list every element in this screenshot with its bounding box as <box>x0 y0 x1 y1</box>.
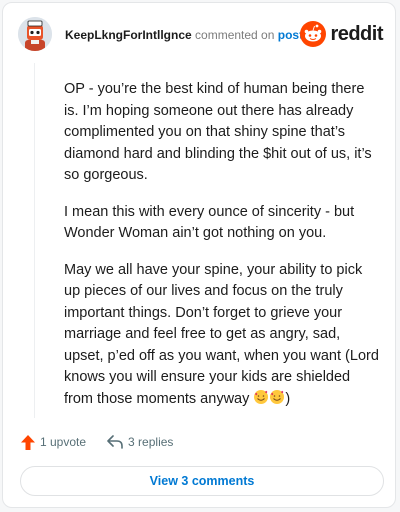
comment-paragraph-1: OP - you’re the best kind of human being… <box>64 81 372 183</box>
replies-count: 3 replies <box>128 435 174 449</box>
smiling-face-with-hearts-icon <box>269 389 285 413</box>
reddit-logo-icon <box>300 21 327 47</box>
view-comments-button[interactable]: View 3 comments <box>20 466 384 496</box>
comment-body: OP - you’re the best kind of human being… <box>64 79 380 427</box>
comment-paragraph-3-text: May we all have your spine, your ability… <box>64 261 379 407</box>
reddit-logo[interactable]: reddit <box>300 21 383 47</box>
comment-header: KeepLkngForIntllgnce commented on post r… <box>18 17 383 53</box>
avatar[interactable] <box>18 17 52 51</box>
comment-actions: 1 upvote 3 replies <box>21 432 173 452</box>
reply-icon <box>107 435 123 449</box>
comment-paragraph-3-end: ) <box>285 390 291 407</box>
comment-meta: KeepLkngForIntllgnce commented on post <box>65 28 303 42</box>
upvote-button[interactable]: 1 upvote <box>21 434 87 450</box>
upvote-count: 1 upvote <box>40 435 87 449</box>
username[interactable]: KeepLkngForIntllgnce <box>65 28 192 42</box>
upvote-icon <box>21 434 35 450</box>
reddit-wordmark: reddit <box>330 22 383 45</box>
smiling-face-with-hearts-icon <box>253 389 269 413</box>
action-text: commented on <box>195 28 275 42</box>
thread-line <box>34 63 35 418</box>
comment-paragraph-3: May we all have your spine, your ability… <box>64 260 380 413</box>
post-link[interactable]: post <box>278 28 303 42</box>
comment-card: KeepLkngForIntllgnce commented on post r… <box>2 2 396 508</box>
comment-paragraph-2: I mean this with every ounce of sincerit… <box>64 203 355 242</box>
replies-button[interactable]: 3 replies <box>107 435 173 449</box>
